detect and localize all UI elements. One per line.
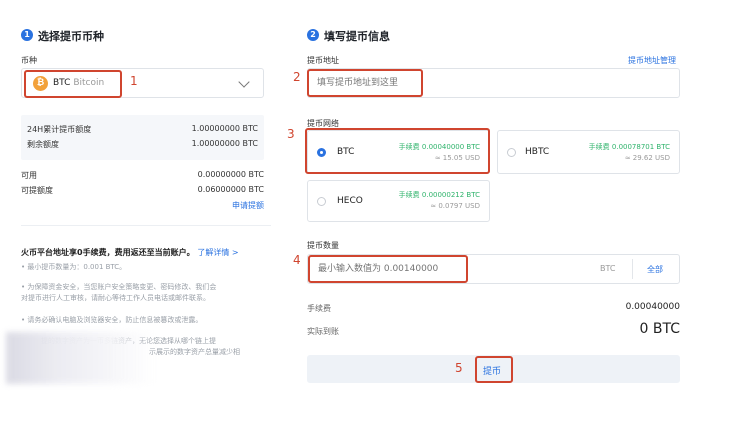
available-value: 0.00000000 BTC — [197, 170, 264, 179]
limit-panel — [21, 115, 264, 160]
network-approx-heco: ≈ 0.0797 USD — [430, 202, 480, 210]
coin-selector-label: BTC Bitcoin — [53, 78, 104, 88]
network-option-heco[interactable] — [307, 180, 490, 222]
limit-24h-value: 1.00000000 BTC — [191, 124, 258, 133]
radio-btc[interactable] — [317, 148, 326, 157]
apply-limit-link[interactable]: 申请提额 — [200, 200, 264, 211]
limit-remaining-label: 剩余额度 — [27, 140, 59, 149]
network-approx-hbtc: ≈ 29.62 USD — [624, 154, 670, 162]
note-browser: • 请务必确认电脑及浏览器安全，防止信息被篡改或泄露。 — [21, 316, 203, 324]
network-fee-hbtc: 手续费 0.00078701 BTC — [588, 143, 670, 151]
learn-more-link[interactable]: 了解详情 > — [197, 248, 238, 257]
note-security: • 为保障资金安全，当您账户安全策略变更、密码修改、我们会 对提币进行人工审核，请… — [21, 283, 217, 302]
actual-label: 实际到账 — [307, 327, 339, 336]
step-2-badge: 2 — [307, 29, 319, 41]
radio-hbtc[interactable] — [507, 148, 516, 157]
network-name-hbtc: HBTC — [525, 147, 550, 157]
note-text: 为保障资金安全，当您账户安全策略变更、密码修改、我们会 — [27, 283, 217, 291]
right-section-title: 填写提币信息 — [324, 30, 390, 43]
coin-name: Bitcoin — [73, 78, 105, 88]
address-input[interactable] — [317, 74, 417, 92]
amount-label: 提币数量 — [307, 241, 339, 250]
blurred-overlay — [6, 332, 156, 384]
annotation-number-5: 5 — [455, 361, 463, 375]
address-label: 提币地址 — [307, 56, 339, 65]
annotation-number-3: 3 — [287, 127, 295, 141]
limit-24h-label: 24H累计提币额度 — [27, 125, 92, 134]
note-text: 对提币进行人工审核，请耐心等待工作人员电话或邮件联系。 — [21, 294, 210, 302]
actual-value: 0 BTC — [639, 321, 680, 337]
annotation-number-2: 2 — [293, 70, 301, 84]
amount-input[interactable] — [318, 260, 463, 278]
network-approx-btc: ≈ 15.05 USD — [434, 154, 480, 162]
amount-all-button[interactable]: 全部 — [647, 264, 663, 275]
currency-label: 币种 — [21, 56, 37, 65]
note-text: 请务必确认电脑及浏览器安全，防止信息被篡改或泄露。 — [27, 316, 203, 324]
notice-line: 火币平台地址享0手续费，费用返还至当前账户。 了解详情 > — [21, 247, 239, 258]
note-text: 最小提币数量为：0.001 BTC。 — [27, 263, 127, 271]
amount-divider — [632, 259, 633, 279]
annotation-number-4: 4 — [293, 253, 301, 267]
network-fee-heco: 手续费 0.00000212 BTC — [398, 191, 480, 199]
fee-value: 0.00040000 — [625, 302, 680, 312]
limit-remaining-value: 1.00000000 BTC — [191, 139, 258, 148]
network-name-heco: HECO — [337, 196, 363, 206]
address-manage-link[interactable]: 提币地址管理 — [628, 55, 676, 66]
withdrawable-value: 0.06000000 BTC — [197, 185, 264, 194]
notice-title: 火币平台地址享0手续费，费用返还至当前账户。 — [21, 248, 195, 257]
chevron-down-icon — [238, 76, 250, 88]
coin-code: BTC — [53, 78, 71, 88]
note-min-amount: • 最小提币数量为：0.001 BTC。 — [21, 263, 127, 271]
submit-label: 提币 — [483, 367, 502, 377]
withdrawable-label: 可提额度 — [21, 186, 53, 195]
divider — [21, 225, 271, 226]
network-name-btc: BTC — [337, 147, 355, 157]
fee-label: 手续费 — [307, 304, 331, 313]
bitcoin-icon: ₿ — [33, 76, 48, 91]
step-1-badge: 1 — [21, 29, 33, 41]
radio-heco[interactable] — [317, 197, 326, 206]
amount-unit: BTC — [600, 264, 616, 273]
annotation-number-1: 1 — [130, 74, 138, 88]
left-section-title: 选择提币币种 — [38, 30, 104, 43]
available-label: 可用 — [21, 171, 37, 180]
network-fee-btc: 手续费 0.00040000 BTC — [398, 143, 480, 151]
